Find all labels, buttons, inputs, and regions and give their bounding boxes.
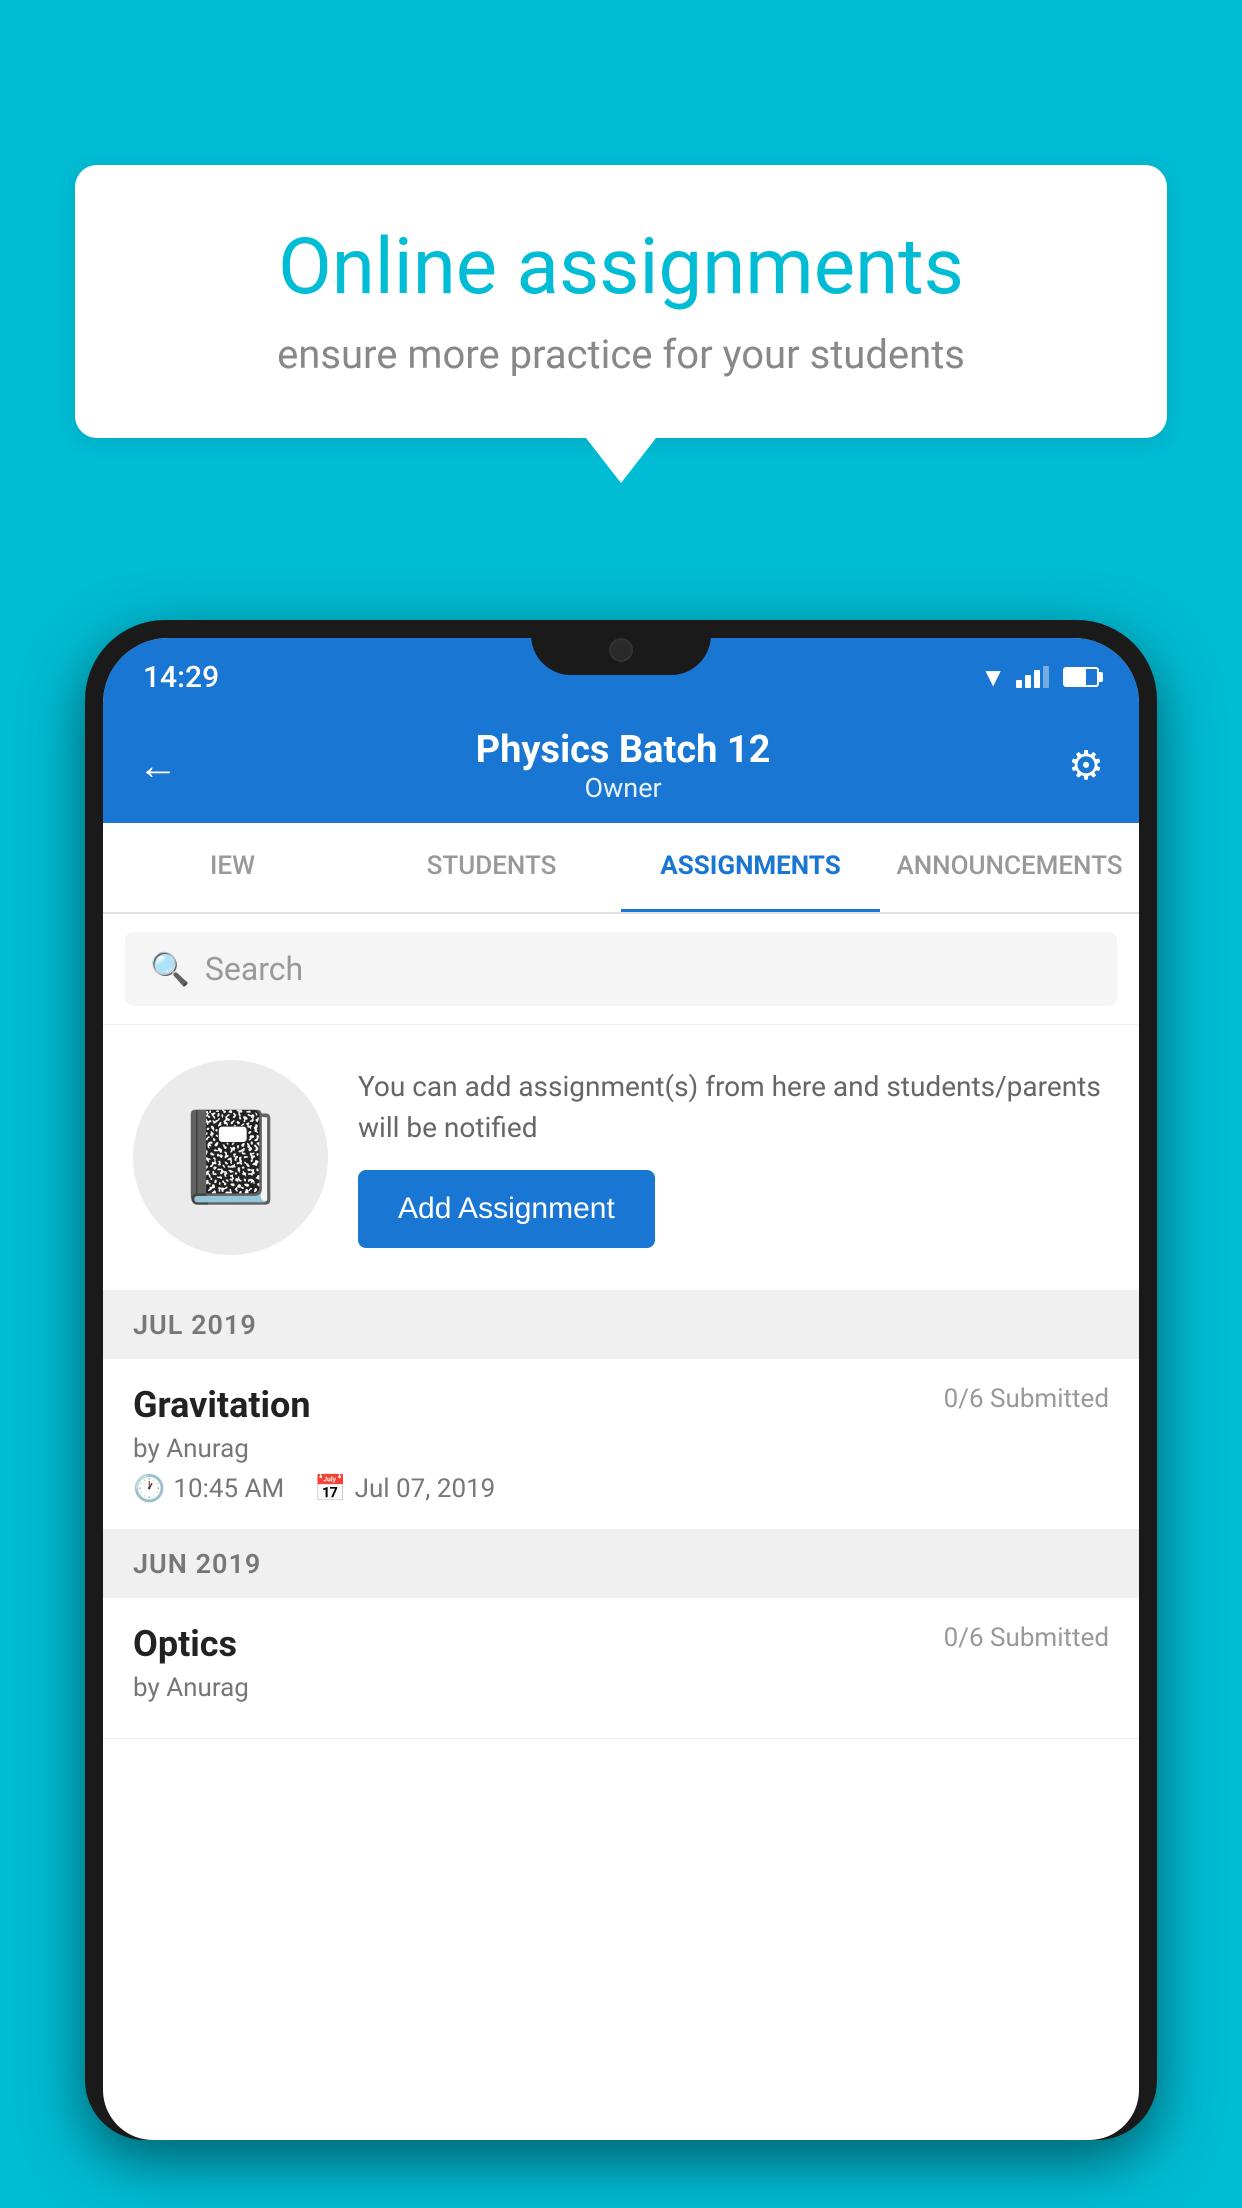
assignment-item-optics[interactable]: Optics 0/6 Submitted by Anurag (103, 1598, 1139, 1739)
section-header-jul: JUL 2019 (103, 1291, 1139, 1359)
back-button[interactable]: ← (138, 742, 178, 789)
phone-wrapper: 14:29 ▼ (85, 620, 1157, 2208)
assignment-time-value: 10:45 AM (173, 1474, 284, 1504)
settings-icon[interactable]: ⚙ (1068, 742, 1104, 789)
tab-students[interactable]: STUDENTS (362, 823, 621, 912)
search-container: 🔍 Search (103, 914, 1139, 1025)
optics-author: by Anurag (133, 1673, 1109, 1703)
assignment-icon-circle: 📓 (133, 1060, 328, 1255)
assignment-name: Gravitation (133, 1384, 311, 1426)
phone-notch (531, 620, 711, 675)
assignment-item-header: Gravitation 0/6 Submitted (133, 1384, 1109, 1426)
battery-icon (1063, 667, 1099, 687)
add-assignment-section: 📓 You can add assignment(s) from here an… (103, 1025, 1139, 1291)
status-icons: ▼ (980, 662, 1099, 693)
speech-bubble: Online assignments ensure more practice … (75, 165, 1167, 438)
wifi-icon: ▼ (980, 662, 1006, 693)
tabs-container: IEW STUDENTS ASSIGNMENTS ANNOUNCEMENTS (103, 823, 1139, 914)
add-assignment-button[interactable]: Add Assignment (358, 1170, 655, 1248)
status-time: 14:29 (143, 660, 219, 695)
assignment-date: 📅 Jul 07, 2019 (314, 1474, 495, 1504)
assignment-date-value: Jul 07, 2019 (355, 1474, 496, 1504)
phone-screen: 14:29 ▼ (103, 638, 1139, 2140)
speech-bubble-container: Online assignments ensure more practice … (75, 165, 1167, 483)
assignment-submitted: 0/6 Submitted (944, 1384, 1109, 1414)
assignment-time: 🕐 10:45 AM (133, 1474, 284, 1504)
header-subtitle: Owner (476, 772, 771, 804)
app-header: ← Physics Batch 12 Owner ⚙ (103, 708, 1139, 823)
add-assignment-description: You can add assignment(s) from here and … (358, 1067, 1109, 1148)
search-placeholder: Search (205, 950, 303, 988)
calendar-icon: 📅 (314, 1474, 346, 1504)
header-title: Physics Batch 12 (476, 728, 771, 772)
phone-outer: 14:29 ▼ (85, 620, 1157, 2140)
speech-bubble-arrow (586, 438, 656, 483)
speech-bubble-subtitle: ensure more practice for your students (145, 331, 1097, 378)
clock-icon: 🕐 (133, 1474, 165, 1504)
tab-assignments[interactable]: ASSIGNMENTS (621, 823, 880, 912)
notebook-icon: 📓 (174, 1105, 286, 1210)
optics-name: Optics (133, 1623, 237, 1665)
optics-submitted: 0/6 Submitted (944, 1623, 1109, 1653)
search-box[interactable]: 🔍 Search (125, 932, 1117, 1006)
add-assignment-content: You can add assignment(s) from here and … (358, 1067, 1109, 1248)
section-header-jun: JUN 2019 (103, 1530, 1139, 1598)
tab-announcements[interactable]: ANNOUNCEMENTS (880, 823, 1139, 912)
tab-iew[interactable]: IEW (103, 823, 362, 912)
speech-bubble-title: Online assignments (145, 225, 1097, 311)
signal-bars (1016, 666, 1049, 688)
phone-camera (609, 638, 633, 662)
optics-item-header: Optics 0/6 Submitted (133, 1623, 1109, 1665)
header-center: Physics Batch 12 Owner (476, 728, 771, 804)
search-icon: 🔍 (150, 950, 190, 988)
assignment-item-gravitation[interactable]: Gravitation 0/6 Submitted by Anurag 🕐 10… (103, 1359, 1139, 1530)
assignment-author: by Anurag (133, 1434, 1109, 1464)
assignment-meta: 🕐 10:45 AM 📅 Jul 07, 2019 (133, 1474, 1109, 1504)
